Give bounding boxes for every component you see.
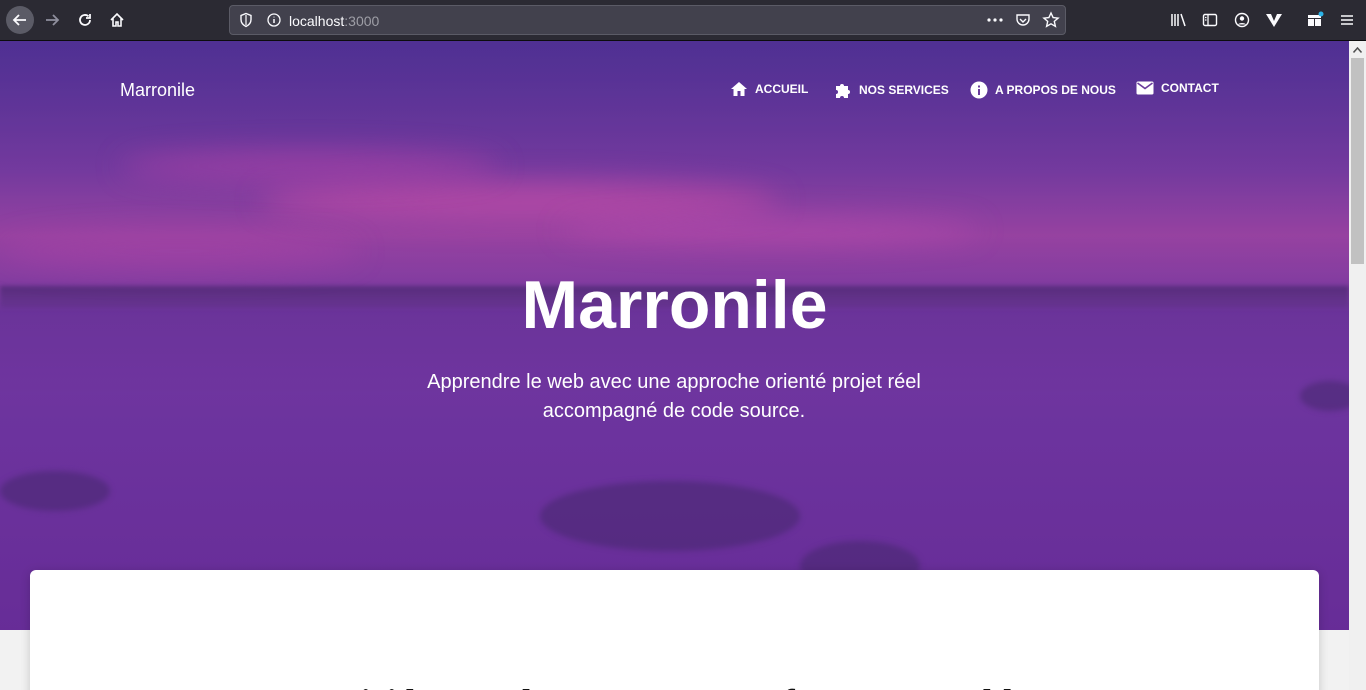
- reload-button[interactable]: [71, 6, 99, 34]
- content-card: Voici les cas d'usage que nous ferons en…: [30, 570, 1319, 690]
- nav-item-services[interactable]: NOS SERVICES: [834, 81, 949, 99]
- forward-button[interactable]: [38, 6, 66, 34]
- nav-label: NOS SERVICES: [859, 83, 949, 97]
- sky-streak: [560, 216, 980, 244]
- scroll-thumb[interactable]: [1351, 58, 1364, 264]
- site-brand[interactable]: Marronile: [120, 80, 195, 101]
- extensions-icon[interactable]: [1305, 10, 1325, 30]
- nav-item-a-propos[interactable]: A PROPOS DE NOUS: [970, 81, 1116, 99]
- url-port: :3000: [344, 13, 380, 29]
- nav-label: ACCUEIL: [755, 82, 809, 96]
- account-icon[interactable]: [1232, 10, 1252, 30]
- home-icon: [110, 12, 124, 27]
- hero-title: Marronile: [521, 267, 828, 343]
- more-actions-icon[interactable]: [986, 11, 1004, 34]
- sky-streak: [260, 181, 780, 221]
- reload-icon: [79, 14, 91, 26]
- url-bar[interactable]: localhost:3000: [229, 5, 1066, 35]
- browser-toolbar: localhost:3000: [0, 0, 1366, 41]
- nav-item-contact[interactable]: CONTACT: [1136, 81, 1219, 95]
- hero-subtitle: Apprendre le web avec une approche orien…: [427, 371, 921, 422]
- water-rock: [1300, 381, 1349, 411]
- info-icon: [970, 81, 988, 99]
- nav-label: A PROPOS DE NOUS: [995, 83, 1116, 97]
- water-rock: [0, 471, 110, 511]
- pocket-icon[interactable]: [1015, 12, 1031, 33]
- scroll-up-arrow-icon[interactable]: [1349, 41, 1366, 58]
- extension-v-icon[interactable]: [1264, 10, 1284, 30]
- nav-label: CONTACT: [1161, 81, 1219, 95]
- tracking-shield-icon[interactable]: [238, 12, 254, 33]
- library-icon[interactable]: [1169, 10, 1189, 30]
- sky-streak: [120, 151, 500, 181]
- water-rock: [540, 481, 800, 551]
- puzzle-icon: [834, 81, 852, 99]
- url-host: localhost: [289, 13, 345, 29]
- hero-section: Marronile ACCUEIL NOS SERVICES A PROPOS …: [0, 41, 1349, 630]
- card-heading: Voici les cas d'usage que nous ferons en…: [30, 678, 1319, 690]
- mail-icon: [1136, 81, 1154, 95]
- back-button[interactable]: [6, 6, 34, 34]
- home-button[interactable]: [103, 6, 131, 34]
- home-icon: [730, 81, 748, 97]
- url-text[interactable]: localhost:3000: [289, 13, 379, 29]
- page-scrollbar[interactable]: [1349, 41, 1366, 690]
- page-viewport: Marronile ACCUEIL NOS SERVICES A PROPOS …: [0, 41, 1349, 690]
- arrow-left-icon: [12, 14, 26, 26]
- site-info-icon[interactable]: [266, 12, 282, 33]
- menu-icon[interactable]: [1337, 10, 1357, 30]
- arrow-right-icon: [46, 14, 60, 26]
- sky-streak: [0, 231, 360, 271]
- sidebar-icon[interactable]: [1200, 10, 1220, 30]
- nav-item-accueil[interactable]: ACCUEIL: [730, 81, 808, 97]
- bookmark-star-icon[interactable]: [1042, 11, 1060, 34]
